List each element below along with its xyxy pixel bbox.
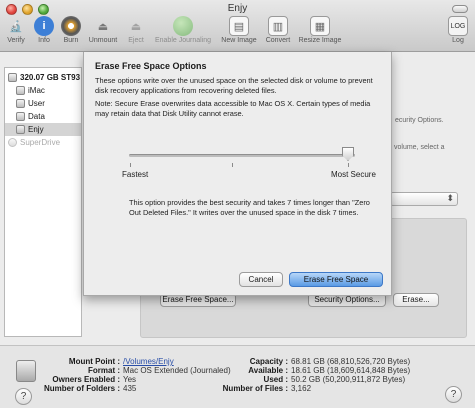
volume-icon (16, 99, 25, 108)
toolbar: Enjy 🔬 Verify i Info Burn ⏏ Unmount ⏏ Ej… (0, 0, 475, 52)
slider-max-label: Most Secure (331, 170, 376, 179)
slider-min-label: Fastest (122, 170, 149, 179)
available-label: Available : (248, 366, 288, 375)
sidebar-item-enjy[interactable]: Enjy (5, 123, 81, 136)
new-image-button[interactable]: ▤ New Image (219, 16, 259, 50)
log-icon: LOG (448, 16, 468, 36)
erase-format-popup[interactable] (390, 192, 458, 206)
mount-point-link[interactable]: /Volumes/Enjy (123, 357, 174, 366)
mount-point-label: Mount Point : (68, 357, 120, 366)
erase-button[interactable]: Erase... (393, 293, 439, 307)
burn-button[interactable]: Burn (60, 16, 82, 50)
eject-button[interactable]: ⏏ Eject (124, 16, 148, 50)
owners-enabled-label: Owners Enabled : (52, 375, 120, 384)
sidebar-item-data[interactable]: Data (5, 110, 81, 123)
used-value: 50.2 GB (50,200,911,872 Bytes) (291, 375, 406, 384)
resize-image-button[interactable]: ▦ Resize Image (296, 16, 344, 50)
sheet-description: These options write over the unused spac… (95, 76, 373, 95)
volume-icon (16, 112, 25, 121)
log-button[interactable]: LOG Log (447, 16, 469, 50)
security-level-slider-track[interactable] (129, 154, 355, 157)
enable-journaling-button[interactable]: Enable Journaling (152, 16, 214, 50)
eject-icon: ⏏ (130, 20, 142, 33)
sidebar-item-user[interactable]: User (5, 97, 81, 110)
drive-label: SuperDrive (20, 138, 61, 147)
sidebar-item-superdrive[interactable]: SuperDrive (5, 136, 81, 149)
used-label: Used : (263, 375, 288, 384)
slider-tick (232, 163, 233, 167)
slider-tick (130, 163, 131, 167)
status-bar: ? ? Mount Point : /Volumes/Enjy Format :… (0, 345, 475, 408)
available-value: 18.61 GB (18,609,614,848 Bytes) (291, 366, 411, 375)
volume-label: iMac (28, 86, 45, 95)
resize-image-icon: ▦ (310, 16, 330, 36)
number-of-folders-label: Number of Folders : (43, 384, 120, 393)
new-image-icon: ▤ (229, 16, 249, 36)
unmount-button[interactable]: ⏏ Unmount (86, 16, 120, 50)
toolbar-toggle-button[interactable] (452, 5, 468, 13)
sheet-title: Erase Free Space Options (95, 61, 207, 71)
number-of-folders-value: 435 (123, 384, 137, 393)
cancel-button[interactable]: Cancel (239, 272, 283, 287)
capacity-value: 68.81 GB (68,810,526,720 Bytes) (291, 357, 411, 366)
optical-drive-icon (8, 138, 17, 147)
journal-icon (173, 16, 193, 36)
security-level-slider-thumb[interactable] (342, 147, 354, 161)
owners-enabled-value: Yes (123, 375, 137, 384)
slider-tick (348, 163, 349, 167)
security-options-text-fragment: ecurity Options. (395, 117, 444, 124)
volume-text-fragment: volume, select a (394, 144, 445, 151)
volume-label: Enjy (28, 125, 44, 134)
sidebar-item-imac[interactable]: iMac (5, 84, 81, 97)
hard-disk-icon (8, 73, 17, 82)
erase-free-space-options-sheet: Erase Free Space Options These options w… (83, 52, 392, 296)
number-of-files-label: Number of Files : (222, 384, 288, 393)
sidebar-item-disk[interactable]: 320.07 GB ST93 (5, 71, 81, 84)
volume-label: Data (28, 112, 45, 121)
disk-sidebar: 320.07 GB ST93 iMac User Data Enjy Super… (4, 67, 82, 337)
disk-label: 320.07 GB ST93 (20, 73, 81, 82)
disk-utility-window: Enjy 🔬 Verify i Info Burn ⏏ Unmount ⏏ Ej… (0, 0, 475, 408)
info-icon: i (34, 16, 54, 36)
option-description: This option provides the best security a… (129, 198, 370, 217)
burn-icon (61, 16, 81, 36)
sheet-note: Note: Secure Erase overwrites data acces… (95, 99, 371, 118)
window-title: Enjy (227, 3, 248, 14)
format-label: Format : (88, 366, 120, 375)
convert-icon: ▥ (268, 16, 288, 36)
capacity-label: Capacity : (249, 357, 288, 366)
help-right-button[interactable]: ? (445, 386, 462, 403)
erase-free-space-button[interactable]: Erase Free Space (289, 272, 383, 287)
info-button[interactable]: i Info (33, 16, 55, 50)
unmount-icon: ⏏ (97, 20, 109, 33)
volume-icon (16, 86, 25, 95)
number-of-files-value: 3,162 (291, 384, 312, 393)
convert-button[interactable]: ▥ Convert (263, 16, 293, 50)
volume-icon (16, 125, 25, 134)
verify-button[interactable]: 🔬 Verify (4, 16, 28, 50)
microscope-icon: 🔬 (9, 20, 23, 33)
volume-label: User (28, 99, 45, 108)
